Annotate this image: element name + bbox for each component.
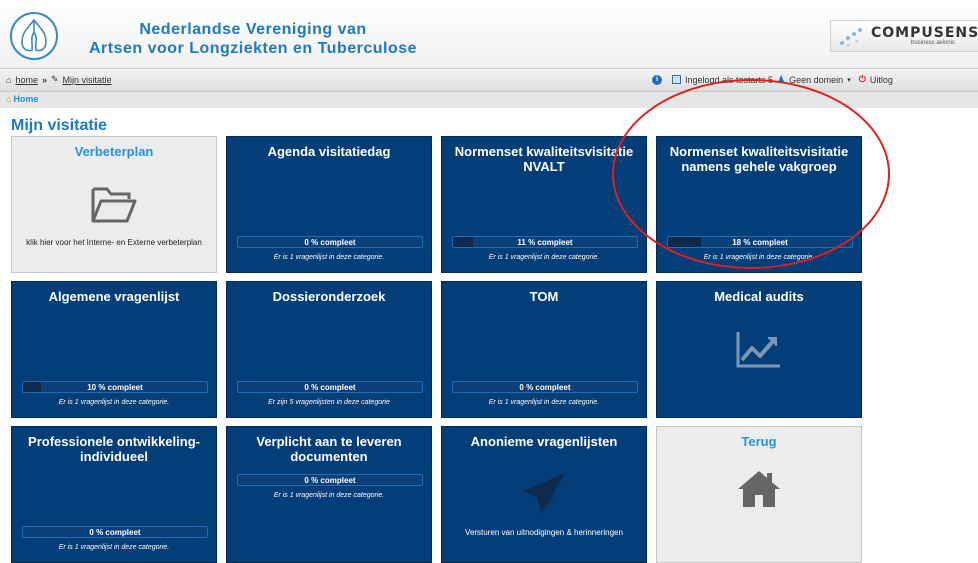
paper-plane-icon [442, 471, 646, 517]
tile-algemene-vragenlijst[interactable]: Algemene vragenlijst 10 % compleet Er is… [11, 281, 217, 418]
association-logo[interactable] [10, 12, 58, 60]
progress-label: 0 % compleet [519, 383, 571, 392]
info-icon[interactable]: i [652, 74, 662, 85]
house-small-icon: ⌂ [6, 94, 12, 104]
edit-icon: ✎ [50, 74, 59, 84]
brand-name: COMPUSENSE [871, 25, 978, 41]
top-navbar: ⌂ home » ✎ Mijn visitatie i Ingelogd als… [0, 68, 978, 92]
tile-title: Agenda visitatiedag [267, 144, 391, 159]
breadcrumb-home[interactable]: ⌂ Home [6, 94, 38, 104]
tile-dossieronderzoek[interactable]: Dossieronderzoek 0 % compleet Er zijn 5 … [226, 281, 432, 418]
organization-name-line2: Artsen voor Longziekten en Tuberculose [88, 40, 418, 57]
nav-separator: » [41, 74, 47, 85]
breadcrumb-home-label: Home [13, 94, 39, 104]
progress-bar: 0 % compleet [22, 526, 208, 538]
tile-agenda-visitatiedag[interactable]: Agenda visitatiedag 0 % compleet Er is 1… [226, 136, 432, 273]
nav-current-link[interactable]: Mijn visitatie [63, 75, 112, 85]
tile-title: Dossieronderzoek [272, 289, 386, 304]
tile-note: Er is 1 vragenlijst in deze categorie. [273, 492, 385, 499]
home-icon: ⌂ [6, 74, 12, 85]
tile-professionele-ontwikkeling[interactable]: Professionele ontwikkeling-individueel 0… [11, 426, 217, 563]
dots-logo-icon [840, 28, 862, 47]
tile-note: Er zijn 5 vragenlijsten in deze categori… [268, 399, 390, 406]
tile-terug[interactable]: Terug [656, 426, 862, 563]
progress-bar: 11 % compleet [452, 236, 638, 248]
compusense-logo[interactable]: COMPUSENSE business avionic [830, 20, 978, 52]
tile-title: Anonieme vragenlijsten [470, 434, 618, 449]
power-icon[interactable]: ⏻ [859, 74, 866, 85]
nav-home-link[interactable]: home [15, 75, 38, 85]
tile-anonieme-vragenlijsten[interactable]: Anonieme vragenlijsten Versturen van uit… [441, 426, 647, 563]
progress-bar: 0 % compleet [237, 474, 423, 486]
domain-dropdown[interactable]: Geen domein [789, 75, 843, 85]
user-card-icon [672, 75, 681, 84]
tile-note: Er is 1 vragenlijst in deze categorie. [58, 399, 170, 406]
logout-link[interactable]: Uitlog [870, 75, 893, 85]
tile-title: Terug [741, 434, 777, 449]
tile-title: Professionele ontwikkeling-individueel [28, 434, 200, 464]
site-header: Nederlandse Vereniging van Artsen voor L… [0, 0, 978, 68]
highlight-circle [612, 79, 890, 269]
progress-label: 10 % compleet [87, 383, 143, 392]
tile-tom[interactable]: TOM 0 % compleet Er is 1 vragenlijst in … [441, 281, 647, 418]
page-title: Mijn visitatie [11, 117, 108, 134]
tile-note: Er is 1 vragenlijst in deze categorie. [488, 254, 600, 261]
progress-label: 0 % compleet [304, 383, 356, 392]
house-icon [657, 469, 861, 509]
chevron-down-icon[interactable]: ▾ [847, 76, 851, 84]
tile-description: Versturen van uitnodigingen & herinnerin… [465, 528, 623, 537]
progress-label: 0 % compleet [304, 238, 356, 247]
tile-note: Er is 1 vragenlijst in deze categorie. [488, 399, 600, 406]
tile-note: Er is 1 vragenlijst in deze categorie. [58, 544, 170, 551]
organization-name-line1: Nederlandse Vereniging van [139, 21, 367, 38]
folder-icon [12, 185, 216, 225]
tile-title: Verbeterplan [74, 144, 154, 159]
tile-title: Medical audits [714, 289, 804, 304]
organization-name: Nederlandse Vereniging van Artsen voor L… [88, 20, 418, 58]
tile-verbeterplan[interactable]: Verbeterplan klik hier voor het Interne-… [11, 136, 217, 273]
tile-description: klik hier voor het Interne- en Externe v… [26, 238, 202, 247]
tile-medical-audits[interactable]: Medical audits [656, 281, 862, 418]
progress-label: 0 % compleet [304, 476, 356, 485]
progress-label: 11 % compleet [517, 238, 573, 247]
line-chart-icon [657, 330, 861, 370]
tile-note: Er is 1 vragenlijst in deze categorie. [273, 254, 385, 261]
tile-verplicht-documenten[interactable]: Verplicht aan te leveren documenten 0 % … [226, 426, 432, 563]
progress-bar: 0 % compleet [237, 236, 423, 248]
tile-title: Algemene vragenlijst [48, 289, 180, 304]
tile-title: Verplicht aan te leveren documenten [256, 434, 402, 464]
progress-label: 0 % compleet [89, 528, 141, 537]
progress-bar: 0 % compleet [237, 381, 423, 393]
tile-title: TOM [529, 289, 559, 304]
progress-bar: 10 % compleet [22, 381, 208, 393]
brand-subtitle: business avionic [911, 40, 956, 46]
nav-breadcrumb: ⌂ home » ✎ Mijn visitatie [6, 74, 112, 85]
progress-bar: 0 % compleet [452, 381, 638, 393]
